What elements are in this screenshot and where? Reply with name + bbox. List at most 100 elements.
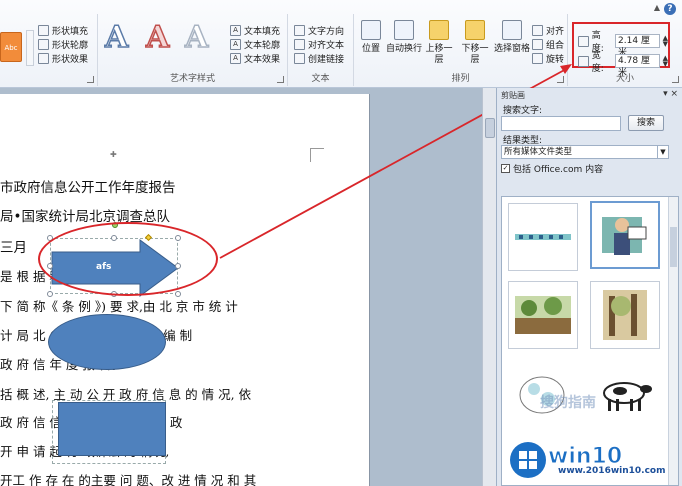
create-link-button[interactable]: 创建链接 — [294, 52, 344, 65]
text-direction-label: 文字方向 — [308, 27, 345, 37]
bring-forward-icon — [429, 20, 449, 40]
win10-logo-icon — [510, 442, 546, 478]
doc-line-11: 开工 作 存 在 的主要 问 题、改 进 情 况 和 其 — [0, 473, 257, 486]
shape-outline-button[interactable]: 形状轮廓 — [38, 38, 88, 51]
win10-watermark: win10之家 www.2016win10.com — [506, 436, 678, 482]
result-type-select[interactable]: 所有媒体文件类型 ▼ — [501, 145, 669, 159]
size-highlight-box: 高度: 2.14 厘米 ▲ ▼ 宽度: 4.78 厘米 ▲ ▼ — [572, 22, 670, 78]
margin-corner-mark — [310, 148, 324, 162]
shape-style-preset-button[interactable]: Abc — [0, 32, 22, 62]
clip-thumb-3[interactable] — [508, 281, 578, 349]
height-icon — [578, 35, 589, 47]
send-backward-label: 下移一层 — [461, 44, 489, 65]
clip-thumb-2[interactable] — [590, 201, 660, 269]
include-office-label: 包括 Office.com 内容 — [513, 165, 604, 175]
shape-effects-label: 形状效果 — [52, 55, 89, 65]
person-illustration-icon — [602, 217, 647, 255]
document-scrollbar[interactable] — [482, 88, 496, 486]
text-fill-label: 文本填充 — [244, 27, 281, 37]
selection-pane-button[interactable]: 选择窗格 — [494, 20, 530, 55]
wrap-text-icon — [394, 20, 414, 40]
document-scroll-thumb[interactable] — [485, 118, 495, 138]
wrap-text-label: 自动换行 — [386, 44, 423, 54]
width-row: 宽度: 4.78 厘米 ▲ ▼ — [578, 48, 668, 78]
text-direction-icon — [294, 25, 305, 36]
clip-thumb-1[interactable] — [508, 203, 578, 271]
send-backward-button[interactable]: 下移一层 — [458, 20, 492, 66]
bring-forward-button[interactable]: 上移一层 — [422, 20, 456, 66]
pane-title: 剪贴画 — [501, 91, 525, 100]
height-input[interactable]: 2.14 厘米 — [615, 34, 660, 58]
position-button[interactable]: 位置 — [356, 20, 386, 55]
clip-art-pane: 剪贴画 ▾ × 搜索文字: 搜索 结果类型: 所有媒体文件类型 ▼ ✓ 包括 O… — [496, 88, 682, 486]
text-outline-icon: A — [230, 39, 241, 50]
align-text-button[interactable]: 对齐文本 — [294, 38, 344, 51]
wordart-style-3[interactable]: A — [184, 19, 209, 56]
doc-line-1: 市政府信息公开工作年度报告 — [0, 180, 176, 196]
align-button[interactable]: 对齐 — [532, 24, 564, 37]
ellipse-shape[interactable] — [48, 314, 166, 370]
rectangle-shape[interactable] — [58, 402, 166, 456]
paint-bucket-icon — [38, 25, 49, 36]
text-fill-button[interactable]: A 文本填充 — [230, 24, 280, 37]
cursor-mark: ✚ — [110, 150, 117, 159]
search-input[interactable] — [501, 116, 621, 131]
wordart-group-label: 艺术字样式 — [169, 74, 215, 84]
height-spinner[interactable]: ▲ ▼ — [663, 35, 668, 48]
link-icon — [294, 53, 305, 64]
ribbon: ▲ ? Abc 形状填充 形状轮廓 形状效果 艺术字样式 A A A A 文本填… — [0, 0, 682, 88]
search-text-label: 搜索文字: — [503, 106, 543, 116]
wrap-text-button[interactable]: 自动换行 — [386, 20, 422, 55]
forest-photo-icon — [603, 290, 647, 340]
search-button[interactable]: 搜索 — [628, 115, 664, 131]
text-outline-button[interactable]: A 文本轮廓 — [230, 38, 280, 51]
bring-forward-label: 上移一层 — [425, 44, 453, 65]
align-label: 对齐 — [546, 27, 565, 37]
wordart-launcher[interactable] — [277, 76, 284, 83]
shape-effects-button[interactable]: 形状效果 — [38, 52, 88, 65]
shape-style-gallery-scroll[interactable] — [26, 30, 34, 66]
align-text-icon — [294, 39, 305, 50]
shape-fill-button[interactable]: 形状填充 — [38, 24, 88, 37]
result-type-value: 所有媒体文件类型 — [504, 147, 573, 157]
wordart-style-1[interactable]: A — [104, 19, 129, 56]
collapse-ribbon-icon[interactable]: ▲ — [654, 3, 660, 12]
clip-thumb-4[interactable] — [590, 281, 660, 349]
text-outline-label: 文本轮廓 — [244, 41, 281, 51]
rotate-button[interactable]: 旋转 — [532, 52, 564, 65]
selection-pane-label: 选择窗格 — [494, 44, 531, 54]
selection-pane-icon — [502, 20, 522, 40]
clip-thumb-6[interactable] — [590, 361, 660, 429]
doc-line-5: 下 简 称《 条 例 》) 要 求,由 北 京 市 统 计 — [0, 299, 238, 314]
shape-outline-label: 形状轮廓 — [52, 41, 89, 51]
pane-close-button[interactable]: ▾ × — [663, 89, 678, 99]
results-scroll-thumb[interactable] — [670, 227, 677, 267]
size-launcher[interactable] — [672, 76, 679, 83]
group-icon — [532, 39, 543, 50]
shape-styles-group: Abc 形状填充 形状轮廓 形状效果 — [0, 14, 98, 86]
text-fill-icon: A — [230, 25, 241, 36]
shape-styles-launcher[interactable] — [87, 76, 94, 83]
width-icon — [578, 55, 589, 67]
wordart-style-2[interactable]: A — [145, 19, 170, 56]
arrange-launcher[interactable] — [557, 76, 564, 83]
create-link-label: 创建链接 — [308, 55, 345, 65]
text-effects-button[interactable]: A 文本效果 — [230, 52, 280, 65]
width-spinner[interactable]: ▲ ▼ — [663, 55, 668, 68]
chevron-down-icon[interactable]: ▼ — [657, 146, 668, 158]
text-direction-button[interactable]: 文字方向 — [294, 24, 344, 37]
garden-photo-icon — [515, 296, 571, 334]
checkbox-icon[interactable]: ✓ — [501, 164, 510, 173]
include-office-checkbox[interactable]: ✓ 包括 Office.com 内容 — [501, 162, 603, 175]
align-text-label: 对齐文本 — [308, 41, 345, 51]
sogou-watermark: 搜狗指南 — [540, 395, 596, 411]
group-button[interactable]: 组合 — [532, 38, 564, 51]
border-strip-icon — [515, 234, 571, 240]
text-group: 文字方向 对齐文本 创建链接 文本 — [288, 14, 354, 86]
width-input[interactable]: 4.78 厘米 — [615, 54, 660, 78]
resize-handle-bl[interactable] — [47, 291, 53, 297]
position-icon — [361, 20, 381, 40]
text-effects-label: 文本效果 — [244, 55, 281, 65]
group-label: 组合 — [546, 41, 565, 51]
resize-handle-br[interactable] — [175, 291, 181, 297]
